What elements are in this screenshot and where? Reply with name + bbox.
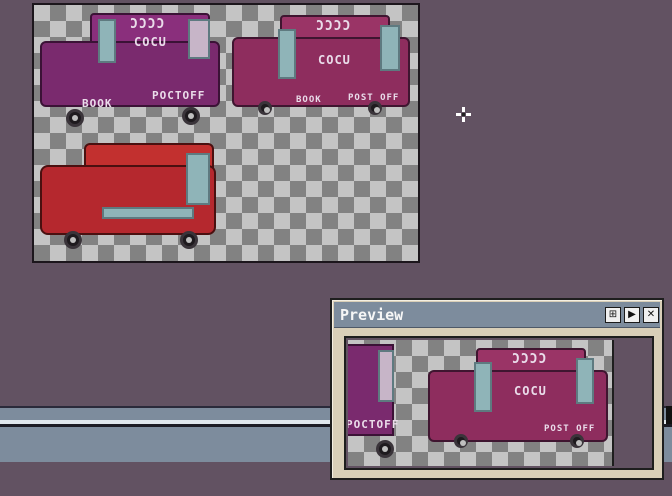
wheel-icon: [376, 440, 394, 458]
preview-pink-car-rear-window: [576, 358, 594, 404]
preview-graffiti-2: ƆƆƆƆ: [512, 352, 548, 367]
preview-title: Preview: [340, 306, 404, 324]
preview-pink-car-window: [474, 362, 492, 412]
wheel-icon: [64, 231, 82, 249]
red-car-windshield: [186, 153, 210, 205]
wheel-icon: [368, 101, 382, 115]
crosshair-move-icon: [456, 107, 471, 122]
purple-car-window: [98, 19, 116, 63]
sprite-red-car[interactable]: [38, 143, 222, 249]
fit-screen-button[interactable]: ⊞: [605, 307, 621, 323]
sprite-pink-car[interactable]: ƆƆƆƆ COCU POST OFF BOOK: [230, 15, 414, 119]
preview-canvas: POCTOFF ƆƆƆƆ COCU POST OFF: [348, 340, 614, 466]
purple-car-graffiti-3: POCTOFF: [152, 89, 206, 102]
wheel-icon: [66, 109, 84, 127]
sprite-canvas[interactable]: ƆƆƆƆ COCU POCTOFF BOOK ƆƆƆƆ COCU POST OF…: [32, 3, 420, 263]
pink-car-rear-window: [380, 25, 400, 71]
pink-car-graffiti-2: COCU: [318, 53, 351, 67]
preview-graffiti-3: COCU: [514, 384, 547, 398]
wheel-icon: [182, 107, 200, 125]
play-button[interactable]: ▶: [624, 307, 640, 323]
preview-graffiti-4: POST OFF: [544, 424, 596, 434]
purple-car-graffiti-2: COCU: [134, 35, 167, 49]
close-button[interactable]: ✕: [643, 307, 659, 323]
preview-graffiti-1: POCTOFF: [348, 418, 400, 431]
preview-titlebar[interactable]: Preview ⊞ ▶ ✕: [334, 302, 660, 328]
red-car-side-window: [102, 207, 194, 219]
pink-car-graffiti-4: BOOK: [296, 95, 322, 105]
preview-viewport[interactable]: POCTOFF ƆƆƆƆ COCU POST OFF: [344, 336, 654, 470]
wheel-icon: [454, 434, 468, 448]
pink-car-graffiti-1: ƆƆƆƆ: [316, 19, 352, 34]
sprite-purple-car[interactable]: ƆƆƆƆ COCU POCTOFF BOOK: [38, 11, 224, 127]
wheel-icon: [180, 231, 198, 249]
preview-window[interactable]: Preview ⊞ ▶ ✕ POCTOFF ƆƆƆƆ COCU POST OFF: [330, 298, 664, 480]
purple-car-rear-window: [188, 19, 210, 59]
pink-car-window: [278, 29, 296, 79]
preview-purple-car-window: [378, 350, 394, 402]
wheel-icon: [570, 434, 584, 448]
purple-car-graffiti-1: ƆƆƆƆ: [130, 17, 166, 32]
wheel-icon: [258, 101, 272, 115]
purple-car-graffiti-4: BOOK: [82, 97, 113, 110]
